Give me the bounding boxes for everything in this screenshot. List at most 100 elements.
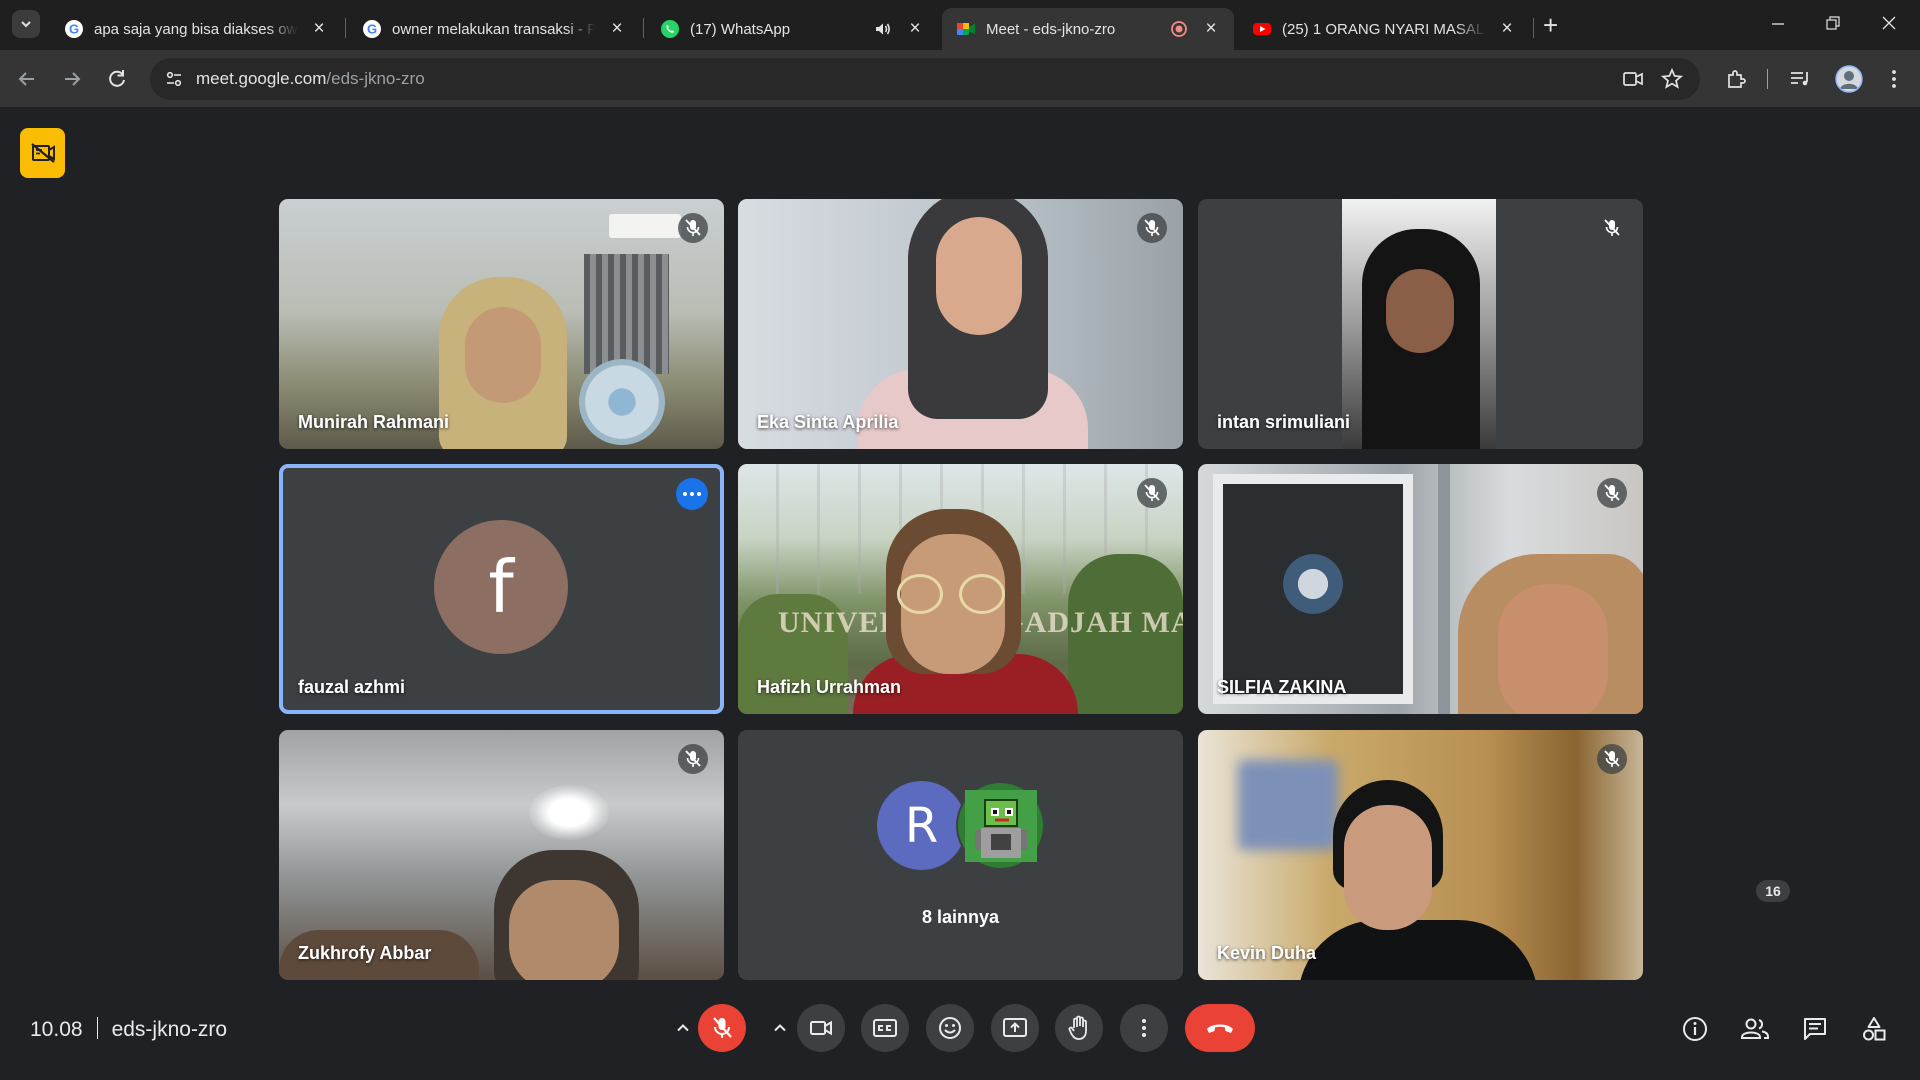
mic-muted-icon [678,744,708,774]
youtube-icon [1252,19,1272,39]
close-tab-icon[interactable]: × [1498,19,1516,38]
participant-name: Munirah Rahmani [298,412,450,432]
info-icon [1683,1017,1707,1041]
participant-name: Eka Sinta Aprilia [757,412,899,432]
participant-tile-silfia[interactable]: SILFIA ZAKINA [1198,464,1643,714]
minimize-window-icon[interactable] [1766,12,1790,36]
captions-button[interactable] [861,1004,909,1052]
reload-icon[interactable] [104,66,130,92]
recording-indicator[interactable] [20,128,65,178]
participant-name: Zukhrofy Abbar [298,943,432,963]
more-options-button[interactable] [1120,1004,1168,1052]
tab-youtube[interactable]: (25) 1 ORANG NYARI MASALAH × [1238,8,1530,50]
restore-window-icon[interactable] [1821,12,1845,36]
tab-title: Meet - eds-jkno-zro [986,20,1116,38]
mic-muted-icon [1137,213,1167,243]
profile-avatar[interactable] [1835,65,1863,93]
toolbar-divider [1767,69,1768,89]
bookmark-star-icon[interactable] [1660,67,1684,91]
tab-google-search-1[interactable]: G apa saja yang bisa diakses owner × [50,8,342,50]
people-panel-button[interactable] [1739,1013,1771,1045]
participant-name: Hafizh Urrahman [757,677,902,697]
raise-hand-button[interactable] [1055,1004,1103,1052]
robot-avatar-icon [956,781,1045,870]
meet-icon [956,19,976,39]
video-camera-icon [810,1020,832,1036]
participant-tile-hafizh[interactable]: UNIVERSITAS GADJAH MADA Hafizh Urrahman [738,464,1183,714]
camera-in-use-icon[interactable] [1622,68,1644,90]
tab-search-button[interactable] [12,10,40,38]
closed-captions-icon [873,1019,897,1037]
participant-tile-munirah[interactable]: Munirah Rahmani [279,199,724,449]
tab-google-search-2[interactable]: G owner melakukan transaksi - Pe × [348,8,640,50]
window-curtain [584,254,669,374]
reactions-button[interactable] [926,1004,974,1052]
browser-toolbar: meet.google.com/eds-jkno-zro [0,50,1920,108]
browser-tab-strip: G apa saja yang bisa diakses owner × G o… [0,0,1920,50]
more-vertical-icon [1142,1019,1146,1037]
mic-off-icon [713,1017,732,1038]
close-tab-icon[interactable]: × [608,19,626,38]
video-options-chevron-up-icon[interactable] [760,1004,800,1052]
forward-arrow-icon[interactable] [59,66,85,92]
raise-hand-icon [1068,1015,1087,1040]
svg-text:G: G [367,22,377,37]
meeting-info: 10.08 eds-jkno-zro [30,1017,227,1042]
person-face [1386,269,1454,353]
back-arrow-icon[interactable] [14,66,40,92]
participant-tile-kevin[interactable]: Kevin Duha [1198,730,1643,980]
url-path: /eds-jkno-zro [326,69,425,88]
tab-title: (25) 1 ORANG NYARI MASALAH [1282,20,1486,38]
meeting-details-button[interactable] [1679,1013,1711,1045]
chat-icon [1804,1018,1826,1040]
close-tab-icon[interactable]: × [310,19,328,38]
present-screen-button[interactable] [991,1004,1039,1052]
svg-text:G: G [69,22,79,37]
participant-avatar: f [434,520,568,654]
people-count-badge: 16 [1756,880,1790,902]
microphone-toggle-button[interactable] [698,1004,746,1052]
mic-muted-icon [678,213,708,243]
close-window-icon[interactable] [1877,12,1901,36]
tab-title: (17) WhatsApp [690,20,791,38]
emoji-smile-icon [939,1017,961,1039]
close-tab-icon[interactable]: × [906,19,924,38]
participant-tile-fauzal[interactable]: f fauzal azhmi [279,464,724,714]
audio-options-chevron-up-icon[interactable] [663,1004,703,1052]
new-tab-button[interactable]: + [1543,12,1558,38]
others-count-label: 8 lainnya [921,907,1000,927]
participant-tile-intan[interactable]: intan srimuliani [1198,199,1643,449]
browser-menu-icon[interactable] [1882,67,1906,91]
chat-panel-button[interactable] [1799,1013,1831,1045]
leave-call-button[interactable] [1185,1004,1255,1052]
person-shirt [1298,920,1538,980]
speaker-icon[interactable] [874,19,894,39]
participant-name: Kevin Duha [1217,943,1317,963]
extensions-puzzle-icon[interactable] [1724,67,1748,91]
meet-stage: Munirah Rahmani Eka Sinta Aprilia intan … [0,108,1920,1080]
tab-meet[interactable]: Meet - eds-jkno-zro × [942,8,1234,50]
tab-separator [1533,18,1534,38]
tab-whatsapp[interactable]: (17) WhatsApp × [646,8,938,50]
participant-tile-eka[interactable]: Eka Sinta Aprilia [738,199,1183,449]
participant-tile-others[interactable]: R 8 lainnya [738,730,1183,980]
participant-name: SILFIA ZAKINA [1217,677,1347,697]
participant-tile-zukhrofy[interactable]: Zukhrofy Abbar [279,730,724,980]
person-face [936,217,1022,335]
media-controls-icon[interactable] [1788,67,1812,91]
close-tab-icon[interactable]: × [1202,19,1220,38]
info-separator [96,1017,98,1039]
person-face [1498,584,1608,714]
google-g-icon: G [64,19,84,39]
activities-button[interactable] [1858,1013,1890,1045]
google-g-icon: G [362,19,382,39]
window-frame [1213,474,1413,704]
participant-avatar: R [877,781,966,870]
portrait-video [1342,199,1496,449]
camera-toggle-button[interactable] [797,1004,845,1052]
address-bar[interactable]: meet.google.com/eds-jkno-zro [150,58,1700,100]
more-options-icon[interactable] [676,478,708,510]
site-settings-icon[interactable] [164,69,184,89]
person-face [509,880,619,980]
tab-title: owner melakukan transaksi - Pe [392,20,596,38]
